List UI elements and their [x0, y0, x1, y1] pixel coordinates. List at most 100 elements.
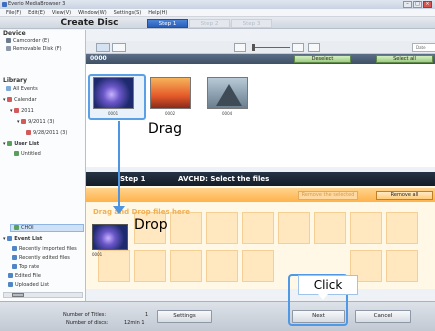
target-title: AVCHD: Select the files: [178, 175, 270, 183]
menu-settings[interactable]: Settings(S): [114, 9, 142, 16]
thumbnail-0004[interactable]: [207, 77, 248, 109]
drop-slot: [314, 212, 346, 244]
drop-hint: Drag and Drop files here: [93, 208, 190, 216]
drop-slot: [170, 250, 202, 282]
zoom-in-icon[interactable]: [292, 43, 304, 52]
menu-file[interactable]: File(F): [6, 9, 21, 16]
click-callout: Click: [298, 275, 358, 295]
slider-thumb[interactable]: [252, 44, 255, 51]
scrollbar-thumb[interactable]: [12, 293, 24, 297]
upload-icon: [8, 282, 13, 287]
source-folder-title: 0000: [90, 55, 107, 62]
disk-icon: [6, 46, 11, 51]
step-label: Step 1: [120, 175, 146, 183]
remove-selected-button[interactable]: Remove the selected: [298, 191, 358, 200]
sidebar-item-top-rate[interactable]: Top rate: [12, 264, 39, 270]
sidebar-item-choi[interactable]: CHOI: [14, 225, 34, 231]
thumbnail-label: 0004: [222, 111, 233, 116]
list-icon: [14, 225, 19, 230]
header-bar: Create Disc Step 1 Step 2 Step 3: [0, 17, 435, 29]
step-indicator: Step 1 Step 2 Step 3: [147, 19, 273, 28]
dropped-thumbnail-0001[interactable]: [92, 224, 128, 250]
menu-edit[interactable]: Edit(E): [28, 9, 45, 16]
drop-slot: [386, 212, 418, 244]
drop-slot: [386, 250, 418, 282]
pyramid-shape: [216, 84, 242, 106]
drop-slot: [242, 250, 274, 282]
app-window: Everio MediaBrowser 3 – □ × File(F) Edit…: [0, 0, 435, 331]
select-all-button[interactable]: Select all: [376, 55, 433, 63]
drop-slot: [98, 250, 130, 282]
close-icon[interactable]: ×: [423, 1, 432, 8]
menu-view[interactable]: View(V): [52, 9, 71, 16]
remove-all-button[interactable]: Remove all: [376, 191, 433, 200]
click-annotation: Click: [313, 278, 343, 292]
drop-slot: [242, 212, 274, 244]
num-titles-label: Number of Titles:: [63, 312, 107, 318]
num-discs-label: Number of discs:: [66, 320, 109, 326]
callout-tail: [318, 294, 328, 300]
list-icon: [14, 151, 19, 156]
menu-window[interactable]: Window(W): [78, 9, 107, 16]
edited-file-icon: [8, 273, 13, 278]
day-icon: [26, 130, 31, 135]
drop-slot: [278, 212, 310, 244]
sidebar-item-uploaded-list[interactable]: Uploaded List: [8, 282, 49, 288]
settings-button[interactable]: Settings: [157, 310, 212, 323]
app-icon: [2, 2, 7, 7]
maximize-icon[interactable]: □: [413, 1, 422, 8]
sidebar-item-day[interactable]: 9/28/2011 (3): [26, 130, 67, 136]
num-titles-value: 1: [145, 312, 149, 318]
camcorder-icon: [6, 38, 11, 43]
list-view-icon[interactable]: [112, 43, 126, 52]
window-title: Everio MediaBrowser 3: [8, 1, 66, 7]
dropped-thumbnail-label: 0001: [92, 252, 103, 257]
import-icon: [12, 246, 17, 251]
page-title: Create Disc: [60, 18, 119, 28]
zoom-out-icon[interactable]: [234, 43, 246, 52]
user-list-icon: [7, 141, 13, 146]
arrow-head-icon: [113, 206, 125, 214]
remove-bar: Remove the selected Remove all: [86, 188, 435, 202]
sidebar-item-edited-file[interactable]: Edited File: [8, 273, 41, 279]
step-1-tab: Step 1: [147, 19, 188, 28]
menu-help[interactable]: Help(H): [148, 9, 167, 16]
title-bar: Everio MediaBrowser 3 – □ ×: [0, 0, 435, 9]
drop-slot: [206, 250, 238, 282]
sidebar-item-2011[interactable]: ▾ 2011: [10, 108, 34, 114]
library-icon: [6, 86, 11, 91]
date-filter[interactable]: Date: [412, 43, 435, 52]
thumbnail-0001[interactable]: [93, 77, 134, 109]
sidebar-item-recently-imported[interactable]: Recently imported files: [12, 246, 77, 252]
month-icon: [21, 119, 27, 124]
thumbnail-0002[interactable]: [150, 77, 191, 109]
sidebar-event-list[interactable]: ▾ Event List: [3, 236, 42, 242]
thumbnail-size-slider[interactable]: [252, 47, 290, 48]
drop-annotation: Drop: [134, 217, 168, 233]
sidebar-item-recently-edited[interactable]: Recently edited files: [12, 255, 70, 261]
sidebar-item-month[interactable]: ▾ 9/2011 (3): [17, 119, 54, 125]
drop-slot: [350, 212, 382, 244]
sidebar-item-untitled[interactable]: Untitled: [14, 151, 41, 157]
drop-slot: [134, 250, 166, 282]
sidebar-user-list[interactable]: ▾ User List: [3, 141, 39, 147]
sidebar-scrollbar[interactable]: [3, 292, 83, 298]
year-icon: [14, 108, 20, 113]
view-toolbar: Date: [86, 41, 435, 54]
deselect-button[interactable]: Deselect: [294, 55, 351, 63]
sidebar-item-calendar[interactable]: ▾ Calendar: [3, 97, 37, 103]
drag-annotation: Drag: [148, 121, 183, 137]
sidebar-item-all-events[interactable]: All Events: [6, 86, 38, 92]
calendar-icon: [7, 97, 13, 102]
minimize-icon[interactable]: –: [403, 1, 412, 8]
source-header: 0000 Deselect Select all: [86, 54, 435, 64]
device-heading: Device: [3, 30, 26, 37]
sidebar-item-camcorder[interactable]: Camcorder (E): [6, 38, 49, 44]
target-header: Step 1 AVCHD: Select the files: [86, 172, 435, 186]
thumbnail-label: 0001: [108, 111, 119, 116]
info-icon[interactable]: [308, 43, 320, 52]
grid-view-icon[interactable]: [96, 43, 110, 52]
event-list-icon: [7, 236, 13, 241]
cancel-button[interactable]: Cancel: [355, 310, 411, 323]
sidebar-item-removable-disk[interactable]: Removable Disk (F): [6, 46, 62, 52]
